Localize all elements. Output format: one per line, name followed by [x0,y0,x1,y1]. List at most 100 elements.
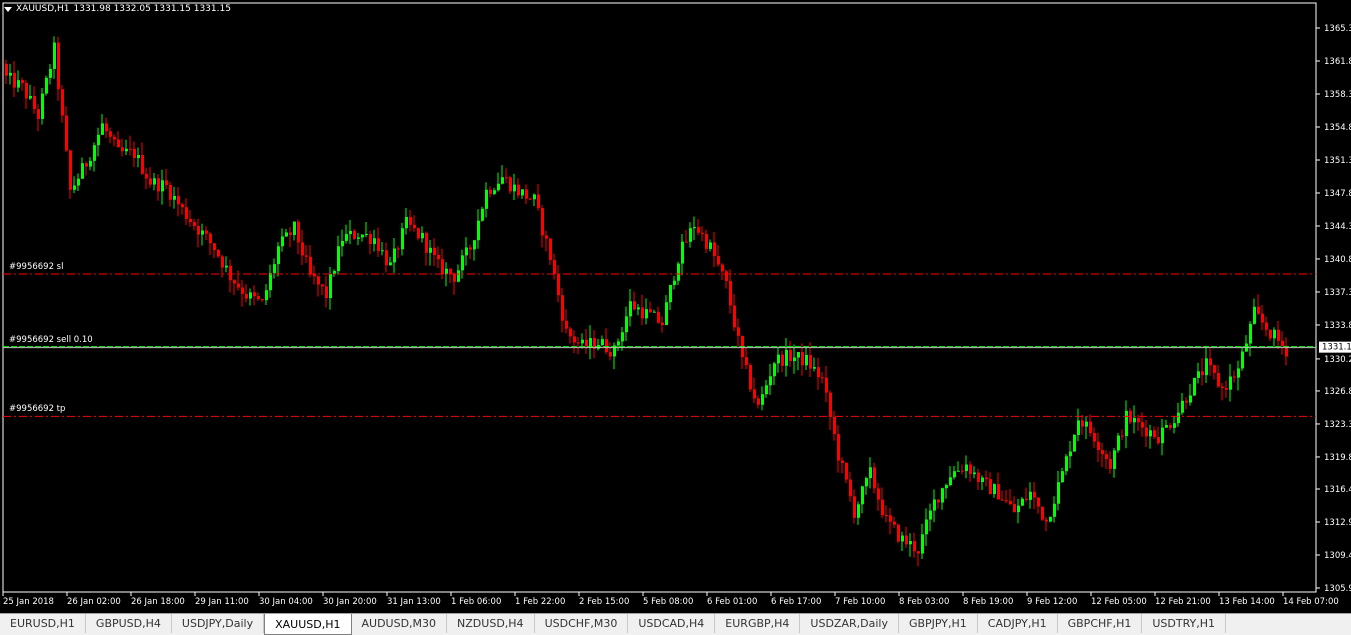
price-axis-label: 1365.3 [1324,24,1351,34]
candle-body [809,355,812,369]
candle-body [365,233,368,235]
candle-body [857,504,860,518]
candle-body [281,236,284,247]
time-axis-label: 2 Feb 15:00 [579,597,629,607]
price-axis-label: 1340.8 [1324,255,1351,265]
tab-usdcad-h4[interactable]: USDCAD,H4 [628,614,716,633]
candle-body [937,499,940,503]
candle-body [1257,306,1260,314]
candle-body [1065,456,1068,472]
candle-body [1017,505,1020,513]
chart-area[interactable]: 1365.3 1361.8 1358.3 1354.8 1351.3 1347.8 1344… [0,0,1351,613]
candle-body [129,148,132,150]
candle-body [113,136,116,140]
tab-gbpusd-h4[interactable]: GBPUSD,H4 [85,614,172,633]
candle-body [749,365,752,390]
candle-body [497,183,500,191]
candle-body [1253,306,1256,324]
collapse-triangle-icon[interactable] [4,6,12,12]
candle-body [609,352,612,357]
tab-usdtry-h1[interactable]: USDTRY,H1 [1142,614,1227,633]
candle-body [721,264,724,272]
candle-body [989,479,992,495]
candle-body [241,287,244,294]
candle-body [77,178,80,186]
tab-eurusd-h1[interactable]: EURUSD,H1 [0,614,86,633]
tab-usdchf-m30[interactable]: USDCHF,M30 [534,614,629,633]
candle-body [661,322,664,326]
candle-body [125,148,128,152]
candle-body [1121,435,1124,437]
tab-eurgbp-h4[interactable]: EURGBP,H4 [715,614,801,633]
candle-body [957,470,960,472]
candle-body [1277,329,1280,341]
tab-cadjpy-h1[interactable]: CADJPY,H1 [977,614,1058,633]
candle-body [873,467,876,489]
candle-body [853,496,856,518]
candle-body [469,247,472,250]
candle-body [1197,371,1200,378]
candle-body [653,311,656,313]
candle-body [137,154,140,159]
tab-audusd-m30[interactable]: AUDUSD,M30 [351,614,448,633]
candle-body [73,185,76,190]
take-profit-label: #9956692 tp [9,404,66,415]
time-axis-label: 29 Jan 11:00 [195,597,249,607]
tab-usdzar-daily[interactable]: USDZAR,Daily [800,614,899,633]
candle-body [637,307,640,310]
tab-gbpjpy-h1[interactable]: GBPJPY,H1 [898,614,978,633]
candle-body [133,148,136,159]
candle-body [1213,365,1216,373]
tab-xauusd-h1[interactable]: XAUUSD,H1 [264,614,352,635]
candle-body [513,184,516,192]
candle-body [25,82,28,99]
candle-body [233,280,236,284]
candle-body [305,255,308,257]
plot-frame [2,2,1317,593]
candle-body [1053,503,1056,517]
candle-body [901,535,904,542]
candle-body [317,276,320,285]
tab-nzdusd-h4[interactable]: NZDUSD,H4 [447,614,535,633]
time-axis-label: 1 Feb 06:00 [451,597,501,607]
candle-body [457,270,460,282]
candle-body [933,499,936,511]
candle-body [777,354,780,364]
tab-gbpchf-h1[interactable]: GBPCHF,H1 [1057,614,1143,633]
time-axis-label: 13 Feb 14:00 [1219,597,1275,607]
candle-body [793,357,796,362]
candle-body [145,173,148,179]
price-axis-label: 1312.9 [1324,518,1351,528]
candle-body [677,263,680,281]
candle-body [1165,425,1168,428]
candle-body [277,246,280,265]
candle-body [617,341,620,346]
candle-body [537,194,540,209]
entry-order-label: #9956692 sell 0.10 [9,334,93,345]
price-chart[interactable]: 1365.3 1361.8 1358.3 1354.8 1351.3 1347.8 1344… [0,0,1351,613]
candle-body [649,309,652,313]
candle-body [801,352,804,366]
candle-body [1093,433,1096,442]
time-axis-label: 7 Feb 10:00 [835,597,885,607]
candle-body [1005,500,1008,502]
candle-body [37,109,40,120]
candle-body [717,256,720,265]
candle-body [373,238,376,244]
candle-body [685,241,688,243]
candle-body [229,265,232,281]
candle-body [553,260,556,274]
candle-body [265,290,268,301]
price-axis-label: 1351.3 [1324,156,1351,166]
candle-body [945,485,948,489]
time-axis-label: 1 Feb 22:00 [515,597,565,607]
candle-body [221,256,224,268]
candle-body [361,234,364,238]
candle-body [169,185,172,200]
tab-usdjpy-daily[interactable]: USDJPY,Daily [171,614,265,633]
candle-body [909,541,912,545]
candle-body [733,305,736,328]
candle-body [785,349,788,366]
time-axis-label: 12 Feb 21:00 [1155,597,1211,607]
candle-body [549,238,552,261]
